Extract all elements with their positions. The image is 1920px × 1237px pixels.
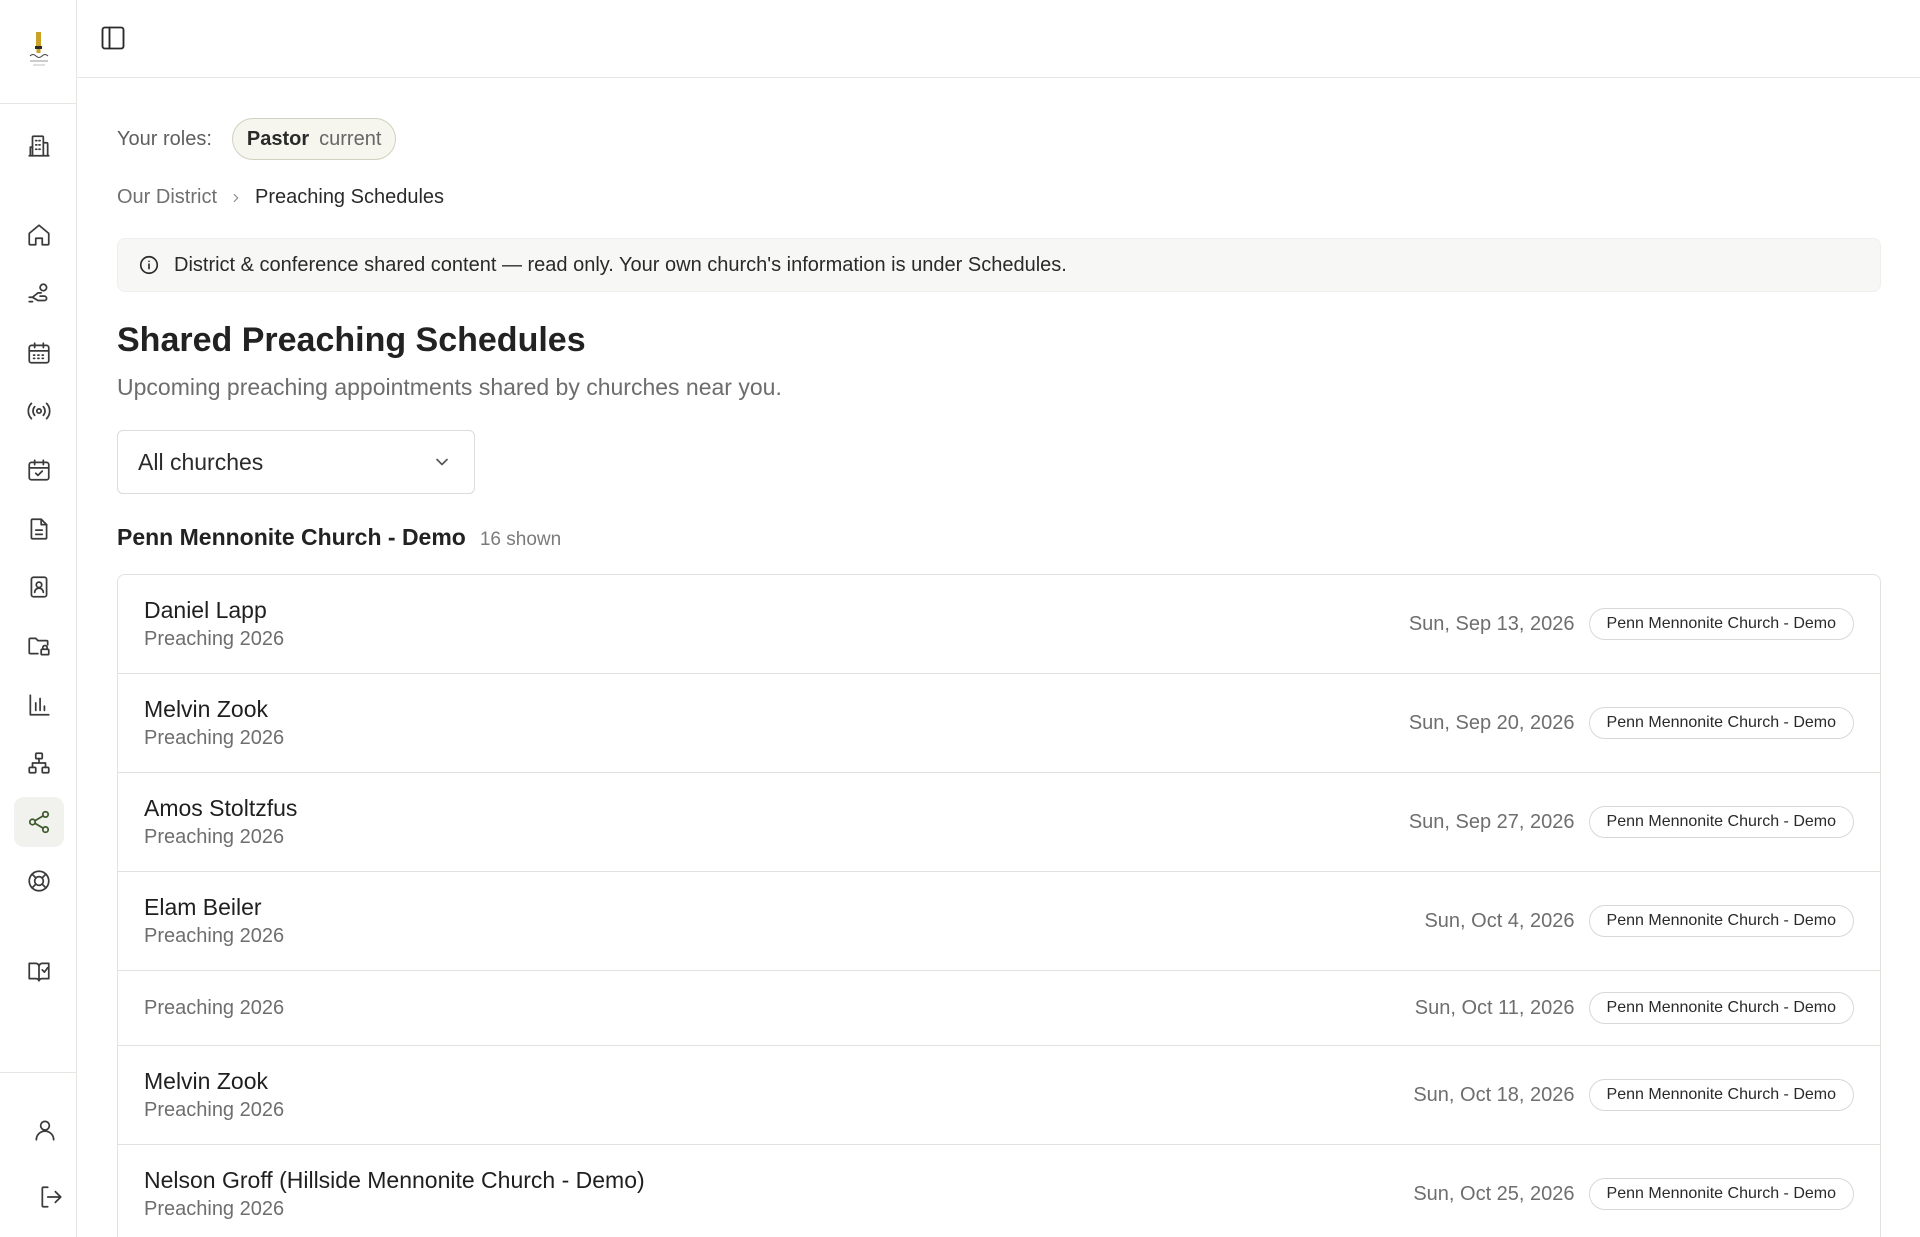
sidebar [0, 0, 77, 1237]
nav-directory[interactable] [14, 562, 64, 612]
panel-left-icon [101, 26, 125, 50]
roles-label: Your roles: [117, 127, 212, 150]
calendar-icon [28, 342, 50, 364]
schedule-date: Sun, Oct 25, 2026 [1413, 1182, 1575, 1205]
nav-files[interactable] [14, 621, 64, 671]
document-icon [30, 518, 48, 540]
contact-book-icon [30, 576, 48, 598]
schedule-date: Sun, Oct 11, 2026 [1414, 996, 1575, 1019]
nav-calendar[interactable] [14, 328, 64, 378]
schedule-name: Preaching 2026 [144, 925, 285, 947]
nav-documents[interactable] [14, 504, 64, 554]
church-badge: Penn Mennonite Church - Demo [1588, 806, 1854, 838]
page-subtitle: Upcoming preaching appointments shared b… [117, 374, 782, 400]
share-icon [28, 810, 50, 834]
nav-guide[interactable] [14, 946, 64, 996]
preacher-name: Daniel Lapp [144, 597, 267, 623]
schedule-row[interactable]: Nelson Groff (Hillside Mennonite Church … [118, 1145, 1880, 1237]
church-badge: Penn Mennonite Church - Demo [1588, 905, 1854, 937]
banner-text: District & conference shared content — r… [174, 253, 1067, 276]
sidebar-toggle-button[interactable] [99, 24, 127, 54]
chevron-right-icon [233, 193, 239, 202]
schedule-row[interactable]: Amos Stoltzfus Preaching 2026 Sun, Sep 2… [118, 773, 1880, 872]
church-badge: Penn Mennonite Church - Demo [1588, 608, 1854, 640]
role-pill[interactable]: Pastor current [231, 118, 397, 160]
role-name: Pastor [246, 127, 310, 150]
preacher-name: Melvin Zook [144, 696, 268, 722]
bar-chart-icon [29, 694, 50, 716]
schedule-name: Preaching 2026 [144, 628, 285, 650]
church-group-count: 16 shown [479, 529, 562, 550]
info-banner: District & conference shared content — r… [117, 238, 1881, 292]
building-icon [28, 135, 50, 157]
account-button[interactable] [20, 1105, 70, 1155]
schedule-name: Preaching 2026 [144, 727, 285, 749]
schedule-name: Preaching 2026 [144, 1099, 285, 1121]
app-logo[interactable] [0, 0, 77, 104]
nav-giving[interactable] [14, 269, 64, 319]
hand-coins-icon [28, 283, 48, 303]
church-badge: Penn Mennonite Church - Demo [1588, 707, 1854, 739]
roles-bar: Your roles: Pastor current [117, 118, 397, 160]
schedule-row[interactable]: Preaching 2026 Sun, Oct 11, 2026 Penn Me… [118, 971, 1880, 1046]
breadcrumb-current: Preaching Schedules [255, 186, 445, 208]
lifebuoy-icon [28, 870, 50, 892]
chevron-down-icon [436, 458, 448, 466]
schedule-name: Preaching 2026 [144, 1198, 285, 1220]
role-current-tag: current [319, 127, 382, 150]
schedule-name: Preaching 2026 [144, 996, 285, 1019]
schedule-row[interactable]: Daniel Lapp Preaching 2026 Sun, Sep 13, … [118, 575, 1880, 674]
org-chart-icon [28, 752, 50, 774]
info-icon [139, 255, 159, 275]
schedule-date: Sun, Sep 13, 2026 [1408, 612, 1575, 635]
folder-lock-icon [28, 637, 50, 656]
nav-schedules[interactable] [14, 445, 64, 495]
preacher-name: Melvin Zook [144, 1068, 268, 1094]
schedule-list: Daniel Lapp Preaching 2026 Sun, Sep 13, … [117, 574, 1881, 1237]
schedule-date: Sun, Oct 18, 2026 [1413, 1083, 1575, 1106]
preacher-name: Elam Beiler [144, 894, 262, 920]
book-check-icon [28, 962, 50, 982]
church-group-name: Penn Mennonite Church - Demo [117, 524, 466, 550]
church-group-header: Penn Mennonite Church - Demo 16 shown [117, 524, 561, 551]
schedule-row[interactable]: Elam Beiler Preaching 2026 Sun, Oct 4, 2… [118, 872, 1880, 971]
sidebar-footer [0, 1072, 77, 1237]
broadcast-icon [27, 402, 51, 420]
breadcrumb-link-district[interactable]: Our District [117, 186, 217, 209]
nav-reports[interactable] [14, 680, 64, 730]
top-bar [77, 0, 1920, 78]
page-title: Shared Preaching Schedules [117, 321, 586, 359]
preacher-name: Nelson Groff (Hillside Mennonite Church … [144, 1167, 645, 1193]
nav-organization[interactable] [14, 738, 64, 788]
user-icon [35, 1120, 55, 1141]
schedule-date: Sun, Sep 20, 2026 [1408, 711, 1575, 734]
breadcrumb: Our District Preaching Schedules [117, 186, 444, 209]
nav-help[interactable] [14, 856, 64, 906]
church-badge: Penn Mennonite Church - Demo [1588, 1178, 1854, 1210]
nav-shared[interactable] [14, 797, 64, 847]
nav-broadcast[interactable] [14, 386, 64, 436]
church-filter-select[interactable]: All churches [117, 430, 475, 494]
schedule-name: Preaching 2026 [144, 826, 285, 848]
church-badge: Penn Mennonite Church - Demo [1588, 992, 1854, 1024]
schedule-row[interactable]: Melvin Zook Preaching 2026 Sun, Oct 18, … [118, 1046, 1880, 1145]
nav-home[interactable] [14, 210, 64, 260]
logout-icon [41, 1186, 62, 1208]
nav-building[interactable] [14, 121, 64, 171]
church-filter-value: All churches [138, 448, 264, 475]
calendar-check-icon [28, 459, 50, 481]
logo-icon [29, 31, 48, 65]
church-badge: Penn Mennonite Church - Demo [1588, 1079, 1854, 1111]
schedule-date: Sun, Sep 27, 2026 [1408, 810, 1575, 833]
preacher-name: Amos Stoltzfus [144, 795, 298, 821]
logout-button[interactable] [26, 1172, 76, 1222]
home-icon [28, 224, 50, 246]
schedule-row[interactable]: Melvin Zook Preaching 2026 Sun, Sep 20, … [118, 674, 1880, 773]
schedule-date: Sun, Oct 4, 2026 [1424, 909, 1575, 932]
